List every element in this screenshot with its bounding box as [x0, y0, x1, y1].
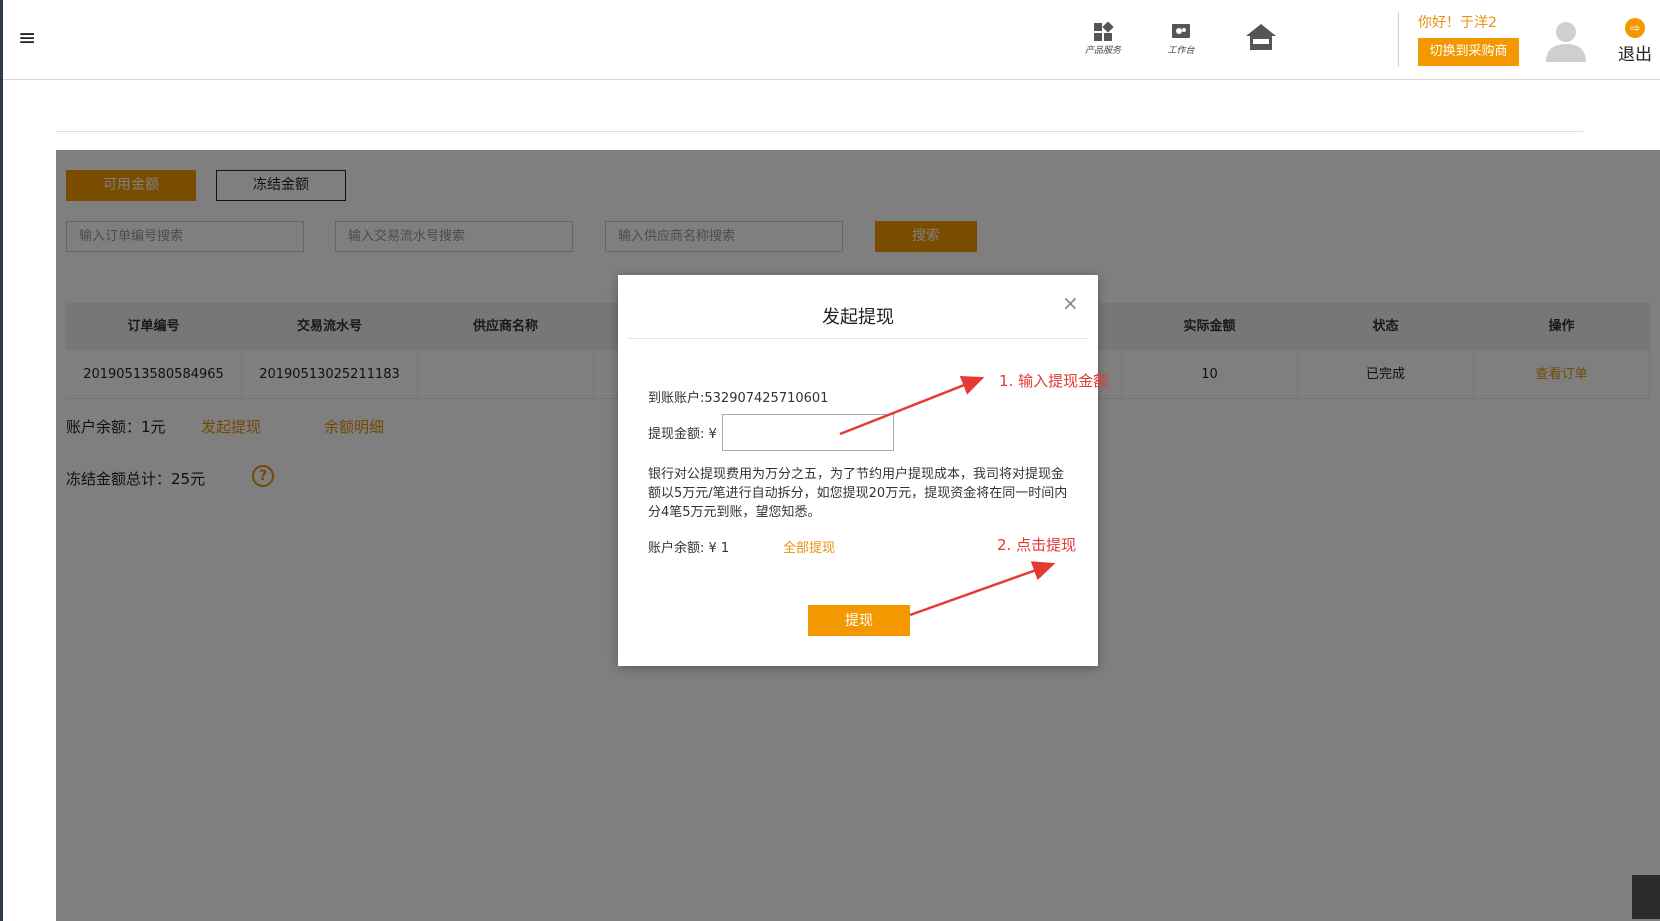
corner-widget[interactable]: [1632, 875, 1660, 919]
withdraw-dialog: 发起提现 × 到账账户:532907425710601 提现金额: ¥ 银行对公…: [618, 275, 1098, 666]
nav-workbench-label: 工作台: [1167, 46, 1195, 56]
left-edge-bar: [0, 0, 3, 921]
withdraw-submit-button[interactable]: 提现: [808, 605, 910, 636]
annotation-step-2: 2. 点击提现: [997, 536, 1077, 554]
dialog-title: 发起提现: [822, 307, 894, 328]
workbench-icon: [1172, 24, 1190, 38]
content-divider: [56, 131, 1583, 132]
header-divider: [1398, 12, 1399, 67]
user-greeting: 你好！于洋2: [1418, 15, 1497, 31]
withdraw-notice: 银行对公提现费用为万分之五，为了节约用户提现成本，我司将对提现金额以5万元/笔进…: [648, 467, 1068, 520]
home-icon: [1246, 24, 1276, 50]
menu-toggle-icon[interactable]: ≡: [18, 26, 36, 52]
receiving-account: 到账账户:532907425710601: [648, 391, 829, 406]
withdraw-amount-input[interactable]: [722, 414, 894, 451]
nav-product-services-label: 产品服务: [1084, 46, 1121, 56]
dialog-account-balance: 账户余额: ¥ 1: [648, 541, 730, 556]
dialog-divider: [628, 338, 1088, 339]
logout-label: 退出: [1618, 45, 1652, 65]
avatar-icon[interactable]: [1544, 18, 1588, 62]
switch-to-purchaser-button[interactable]: 切换到采购商: [1418, 38, 1519, 66]
nav-home[interactable]: [1236, 22, 1286, 52]
withdraw-amount-label: 提现金额: ¥: [648, 427, 717, 442]
top-header: ≡ 产品服务 工作台 你好！于洋2 切换到采购商 ⇨ 退出: [3, 0, 1660, 80]
nav-workbench[interactable]: 工作台: [1156, 22, 1206, 56]
grid-icon: [1094, 22, 1114, 41]
nav-product-services[interactable]: 产品服务: [1078, 22, 1128, 56]
withdraw-all-link[interactable]: 全部提现: [783, 537, 835, 556]
logout-icon: ⇨: [1625, 18, 1645, 38]
close-icon[interactable]: ×: [1062, 293, 1079, 313]
logout-button[interactable]: ⇨ 退出: [1616, 18, 1654, 65]
annotation-step-1: 1. 输入提现金额: [999, 372, 1109, 390]
